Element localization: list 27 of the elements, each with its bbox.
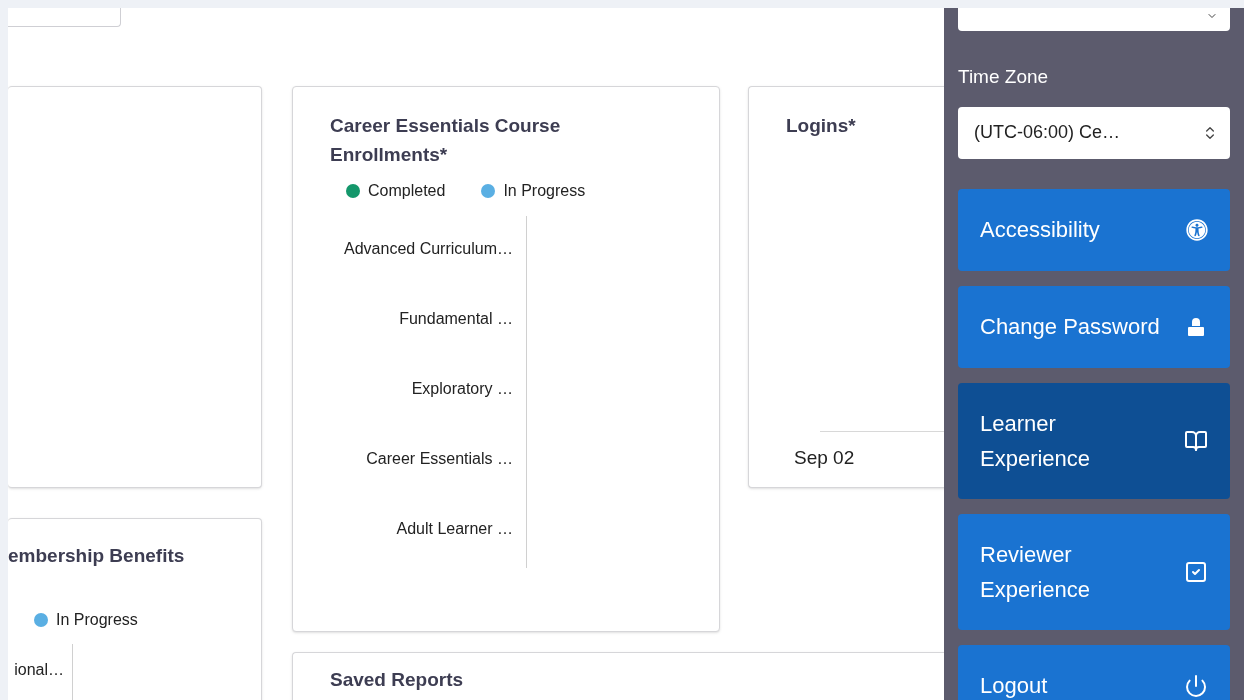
accessibility-icon	[1186, 218, 1208, 241]
axis-label: Advanced Curriculum…	[343, 239, 514, 259]
field-label: Time Zone	[958, 65, 1050, 89]
card-title: Logins*	[786, 114, 857, 138]
legend-label: Completed	[368, 181, 446, 201]
legend-label: In Progress	[503, 181, 586, 201]
axis-label: Exploratory …	[410, 379, 514, 399]
card-title: Career Essentials Course Enrollments*	[330, 114, 562, 167]
axis-label: Adult Learner …	[395, 519, 514, 539]
card-title: embership Benefits	[8, 544, 186, 568]
book-icon	[1184, 428, 1208, 453]
input-field[interactable]	[8, 8, 121, 27]
power-icon	[1184, 673, 1208, 698]
legend-label: In Progress	[56, 610, 138, 630]
axis-label: Career Essentials …	[365, 449, 514, 469]
menu-button[interactable]: Reviewer Experience	[958, 513, 1230, 630]
menu-button[interactable]: Change Password	[958, 285, 1230, 368]
select-field[interactable]	[958, 8, 1230, 31]
checkbox-icon	[1184, 559, 1208, 584]
axis-label: ional…	[13, 660, 65, 680]
select-field[interactable]: (UTC-06:00) Ce…	[958, 106, 1230, 159]
axis-label: Fundamental …	[398, 309, 514, 329]
axis-label: Sep 02	[794, 446, 856, 470]
card-title: Saved Reports	[330, 668, 465, 692]
menu-button[interactable]: Learner Experience	[958, 382, 1230, 499]
menu-button[interactable]: Accessibility	[958, 188, 1230, 271]
menu-button[interactable]: Logout	[958, 644, 1230, 700]
